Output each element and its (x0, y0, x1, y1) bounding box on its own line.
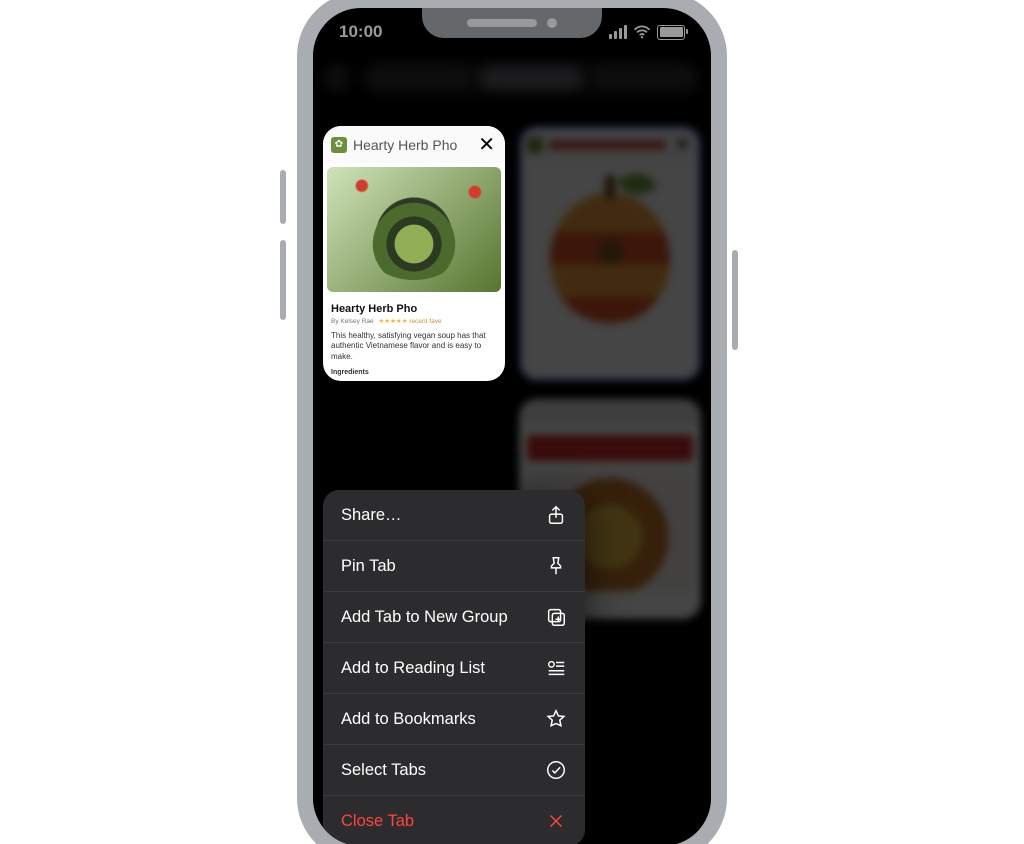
menu-bookmarks[interactable]: Add to Bookmarks (323, 694, 585, 745)
recipe-desc: This healthy, satisfying vegan soup has … (331, 331, 497, 362)
menu-label: Pin Tab (341, 557, 396, 576)
menu-label: Add to Reading List (341, 659, 485, 678)
menu-label: Add Tab to New Group (341, 608, 508, 627)
tab-card-focused[interactable]: ✿ Hearty Herb Pho ✕ Hearty Herb Pho By K… (323, 126, 505, 381)
reading-list-icon (545, 657, 567, 679)
menu-pin-tab[interactable]: Pin Tab (323, 541, 585, 592)
menu-label: Close Tab (341, 812, 414, 831)
recipe-hero-image (327, 167, 501, 292)
pin-icon (545, 555, 567, 577)
recipe-title: Hearty Herb Pho (331, 302, 497, 316)
tab-context-menu: Share… Pin Tab Add Tab to New Group Add … (323, 490, 585, 844)
volume-down-button (280, 240, 286, 320)
phone-frame: 10:00 ✿ H (297, 0, 727, 844)
recipe-byline: By Kelsey Rae (331, 318, 374, 325)
section-ingredients: Ingredients (331, 368, 497, 377)
close-tab-icon[interactable]: ✕ (476, 132, 497, 157)
menu-label: Add to Bookmarks (341, 710, 476, 729)
tab-title: Hearty Herb Pho (353, 137, 470, 153)
checkmark-circle-icon (545, 759, 567, 781)
menu-select-tabs[interactable]: Select Tabs (323, 745, 585, 796)
rating-stars: ★★★★★ (378, 318, 407, 325)
favicon-icon: ✿ (331, 137, 347, 153)
menu-share[interactable]: Share… (323, 490, 585, 541)
power-button (732, 250, 738, 350)
close-icon (545, 810, 567, 832)
menu-label: Share… (341, 506, 402, 525)
bookmark-star-icon (545, 708, 567, 730)
review-note: recent fave (409, 318, 441, 325)
menu-close-tab[interactable]: Close Tab (323, 796, 585, 844)
share-icon (545, 504, 567, 526)
volume-up-button (280, 170, 286, 224)
menu-add-to-group[interactable]: Add Tab to New Group (323, 592, 585, 643)
menu-label: Select Tabs (341, 761, 426, 780)
menu-reading-list[interactable]: Add to Reading List (323, 643, 585, 694)
add-to-group-icon (545, 606, 567, 628)
